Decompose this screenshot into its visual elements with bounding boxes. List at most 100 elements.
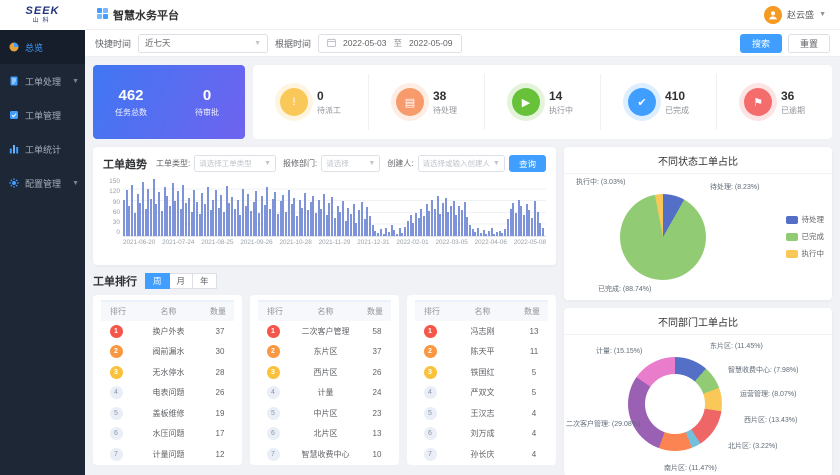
status-pie-title: 不同状态工单占比 bbox=[564, 147, 832, 174]
sidebar-item-order-process[interactable]: 工单处理▼ bbox=[0, 64, 85, 98]
legend-item[interactable]: 已完成 bbox=[786, 231, 825, 242]
user-menu[interactable]: 赵云盛 ▼ bbox=[764, 6, 826, 24]
table-row: 5中片区23 bbox=[258, 403, 391, 424]
trend-bar-chart bbox=[123, 179, 546, 237]
creator-select[interactable]: 请选择或输入创建人▼ bbox=[418, 155, 505, 172]
warning-icon: ! bbox=[280, 88, 308, 116]
pie-label: 已完成: (88.74%) bbox=[598, 284, 651, 294]
ranking-tab-周[interactable]: 周 bbox=[145, 273, 170, 289]
rank-qty: 28 bbox=[206, 368, 234, 377]
stat-value: 38 bbox=[433, 89, 457, 103]
ranking-tab-年[interactable]: 年 bbox=[193, 273, 217, 289]
rank-name: 冯志刚 bbox=[445, 326, 520, 337]
legend-item[interactable]: 待处理 bbox=[786, 214, 825, 225]
table-header: 排行名称数量 bbox=[258, 300, 391, 321]
settings-icon bbox=[9, 178, 20, 188]
rank-qty: 19 bbox=[206, 409, 234, 418]
rank-badge: 6 bbox=[424, 427, 437, 440]
task-total-card: 462 任务总数 0 待审批 bbox=[93, 65, 245, 139]
table-row: 3 铁国红5 bbox=[415, 362, 548, 383]
date-start: 2022-05-03 bbox=[343, 38, 386, 48]
stat-已完成: ✔410已完成 bbox=[600, 74, 716, 130]
send-icon: ▶ bbox=[512, 88, 540, 116]
total-tasks-label: 任务总数 bbox=[93, 107, 169, 118]
reset-button[interactable]: 重置 bbox=[788, 34, 830, 53]
trend-x-axis: 2021-06-202021-07-242021-08-252021-09-26… bbox=[123, 237, 546, 246]
ranking-table-1: 排行名称数量1换户外表372阀前漏水303无水停水284电表问题265盖板维修1… bbox=[93, 295, 242, 465]
stat-待处理: ▤38待处理 bbox=[368, 74, 484, 130]
trend-y-axis: 1501209060300 bbox=[103, 179, 123, 237]
rank-badge: 7 bbox=[424, 448, 437, 461]
rank-qty: 13 bbox=[520, 327, 548, 336]
medal-icon: 3 bbox=[424, 366, 437, 379]
rank-qty: 24 bbox=[363, 388, 391, 397]
rank-name: 刘万成 bbox=[445, 428, 520, 439]
order-stats-icon bbox=[9, 144, 20, 154]
order-manage-icon bbox=[9, 110, 20, 120]
overview-icon bbox=[9, 42, 20, 52]
medal-icon: 1 bbox=[267, 325, 280, 338]
search-button[interactable]: 搜索 bbox=[740, 34, 782, 53]
rank-name: 计量 bbox=[288, 387, 363, 398]
query-button[interactable]: 查询 bbox=[509, 155, 546, 172]
sidebar-item-label: 工单统计 bbox=[25, 143, 79, 156]
table-row: 2东片区37 bbox=[258, 342, 391, 363]
ranking-table-3: 排行名称数量1冯志刚132陈天平113铁国红54严双文55王汉志46刘万成47孙… bbox=[407, 295, 556, 465]
rank-name: 智慧收费中心 bbox=[288, 449, 363, 460]
table-row: 3西片区26 bbox=[258, 362, 391, 383]
chevron-down-icon: ▼ bbox=[819, 11, 826, 18]
rank-name: 换户外表 bbox=[131, 326, 206, 337]
sidebar-item-order-stats[interactable]: 工单统计 bbox=[0, 132, 85, 166]
stat-value: 0 bbox=[317, 89, 341, 103]
rank-name: 铁国红 bbox=[445, 367, 520, 378]
sidebar-item-order-manage[interactable]: 工单管理 bbox=[0, 98, 85, 132]
sidebar-menu: 总览工单处理▼工单管理工单统计配置管理▼ bbox=[0, 30, 85, 200]
medal-icon: 1 bbox=[110, 325, 123, 338]
department-select[interactable]: 请选择▼ bbox=[321, 155, 380, 172]
medal-icon: 2 bbox=[110, 345, 123, 358]
rank-qty: 37 bbox=[206, 327, 234, 336]
stat-label: 已逾期 bbox=[781, 105, 805, 116]
sidebar-item-overview[interactable]: 总览 bbox=[0, 30, 85, 64]
ranking-tab-月[interactable]: 月 bbox=[170, 273, 194, 289]
quick-time-select[interactable]: 近七天 ▼ bbox=[138, 34, 268, 53]
sidebar-item-settings[interactable]: 配置管理▼ bbox=[0, 166, 85, 200]
stat-label: 执行中 bbox=[549, 105, 573, 116]
rank-badge: 6 bbox=[110, 427, 123, 440]
app-title: 智慧水务平台 bbox=[97, 7, 179, 23]
username: 赵云盛 bbox=[787, 8, 814, 21]
legend-swatch bbox=[786, 216, 798, 224]
legend-item[interactable]: 执行中 bbox=[786, 248, 825, 259]
pie-label: 智慧收费中心: (7.98%) bbox=[728, 365, 798, 375]
pie-label: 南片区: (11.47%) bbox=[664, 463, 717, 473]
pie-label: 待处理: (8.23%) bbox=[710, 182, 759, 192]
chevron-down-icon: ▼ bbox=[72, 180, 79, 187]
brand-logo-subtext: 山科 bbox=[32, 18, 52, 24]
stat-value: 14 bbox=[549, 89, 573, 103]
date-range-picker[interactable]: 2022-05-03 至 2022-05-09 bbox=[318, 34, 461, 53]
total-tasks-value: 462 bbox=[93, 87, 169, 104]
rank-qty: 11 bbox=[520, 347, 548, 356]
date-end: 2022-05-09 bbox=[409, 38, 452, 48]
pie-label: 西片区: (13.43%) bbox=[744, 415, 797, 425]
pie-label: 运营管理: (8.07%) bbox=[740, 389, 796, 399]
status-pie-chart: 待处理已完成执行中 执行中: (3.03%)待处理: (8.23%)已完成: (… bbox=[564, 174, 832, 300]
rank-name: 无水停水 bbox=[131, 367, 206, 378]
sidebar-item-label: 总览 bbox=[25, 41, 79, 54]
rank-name: 盖板维修 bbox=[131, 408, 206, 419]
rank-qty: 5 bbox=[520, 368, 548, 377]
global-filter-bar: 快捷时间 近七天 ▼ 根据时间 2022-05-03 至 2022-05-09 … bbox=[85, 30, 840, 57]
pending-approval-value: 0 bbox=[169, 87, 245, 104]
alarm-icon: ⚑ bbox=[744, 88, 772, 116]
smart-water-dashboard: SEEK 山科 总览工单处理▼工单管理工单统计配置管理▼ 智慧水务平台 赵云盛 … bbox=[0, 0, 840, 475]
rank-name: 北片区 bbox=[288, 428, 363, 439]
rank-badge: 4 bbox=[110, 386, 123, 399]
table-row: 1二次客户管理58 bbox=[258, 321, 391, 342]
rank-name: 计量问题 bbox=[131, 449, 206, 460]
trend-panel: 工单趋势 工单类型:请选择工单类型▼报修部门:请选择▼创建人:请选择或输入创建人… bbox=[93, 147, 556, 265]
order-type-select[interactable]: 请选择工单类型▼ bbox=[194, 155, 276, 172]
rank-qty: 23 bbox=[363, 409, 391, 418]
donut-hole bbox=[645, 374, 705, 434]
legend-swatch bbox=[786, 250, 798, 258]
order-process-icon bbox=[9, 76, 20, 86]
